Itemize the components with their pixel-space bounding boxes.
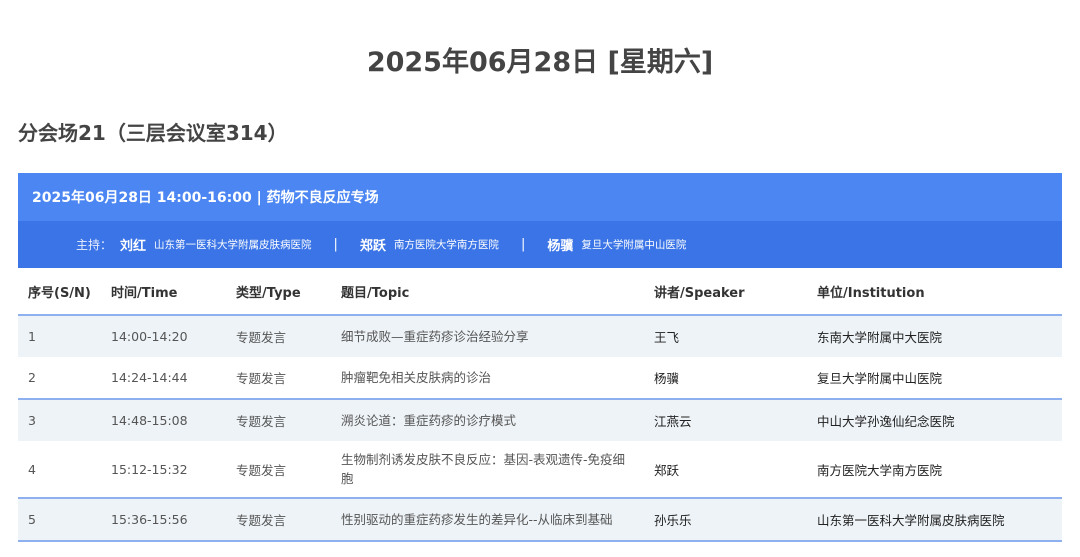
header-speaker: 讲者/Speaker	[644, 268, 807, 316]
chair-bar: 主持： 刘红 山东第一医科大学附属皮肤病医院 | 郑跃 南方医院大学南方医院 |…	[18, 221, 1062, 268]
cell-speaker: 郑跃	[644, 441, 807, 499]
schedule-table: 序号(S/N) 时间/Time 类型/Type 题目/Topic 讲者/Spea…	[18, 268, 1062, 542]
chair-name: 杨骥	[547, 239, 574, 254]
header-topic: 题目/Topic	[331, 268, 644, 316]
cell-type: 专题发言	[226, 441, 331, 499]
cell-sn: 5	[18, 498, 101, 542]
chair-institution: 南方医院大学南方医院	[393, 239, 499, 251]
chair-name: 郑跃	[359, 239, 386, 254]
chair-label: 主持：	[76, 238, 113, 252]
cell-type: 专题发言	[226, 315, 331, 357]
cell-institution: 山东第一医科大学附属皮肤病医院	[807, 498, 1062, 542]
session-title: 2025年06月28日 14:00-16:00 | 药物不良反应专场	[18, 173, 1062, 221]
cell-speaker: 杨骥	[644, 357, 807, 400]
cell-sn: 2	[18, 357, 101, 400]
cell-type: 专题发言	[226, 498, 331, 542]
cell-type: 专题发言	[226, 357, 331, 400]
header-institution: 单位/Institution	[807, 268, 1062, 316]
cell-sn: 1	[18, 315, 101, 357]
cell-time: 14:00-14:20	[101, 315, 226, 357]
cell-speaker: 王飞	[644, 315, 807, 357]
chair-separator: |	[333, 237, 338, 252]
cell-institution: 复旦大学附属中山医院	[807, 357, 1062, 400]
cell-institution: 南方医院大学南方医院	[807, 441, 1062, 499]
chair-institution: 山东第一医科大学附属皮肤病医院	[154, 239, 312, 251]
cell-type: 专题发言	[226, 399, 331, 441]
date-title: 2025年06月28日 [星期六]	[366, 47, 714, 78]
cell-time: 14:48-15:08	[101, 399, 226, 441]
cell-speaker: 孙乐乐	[644, 498, 807, 542]
cell-institution: 中山大学孙逸仙纪念医院	[807, 399, 1062, 441]
venue-title: 分会场21（三层会议室314）	[18, 121, 288, 145]
cell-time: 15:36-15:56	[101, 498, 226, 542]
table-row: 1 14:00-14:20 专题发言 细节成败—重症药疹诊治经验分享 王飞 东南…	[18, 315, 1062, 357]
cell-institution: 东南大学附属中大医院	[807, 315, 1062, 357]
cell-topic: 细节成败—重症药疹诊治经验分享	[331, 315, 644, 357]
table-header-row: 序号(S/N) 时间/Time 类型/Type 题目/Topic 讲者/Spea…	[18, 268, 1062, 316]
header-time: 时间/Time	[101, 268, 226, 316]
header-sn: 序号(S/N)	[18, 268, 101, 316]
cell-sn: 3	[18, 399, 101, 441]
table-row: 5 15:36-15:56 专题发言 性别驱动的重症药疹发生的差异化--从临床到…	[18, 498, 1062, 542]
session-card: 2025年06月28日 14:00-16:00 | 药物不良反应专场 主持： 刘…	[18, 173, 1062, 542]
header-type: 类型/Type	[226, 268, 331, 316]
cell-topic: 性别驱动的重症药疹发生的差异化--从临床到基础	[331, 498, 644, 542]
cell-topic: 肿瘤靶免相关皮肤病的诊治	[331, 357, 644, 400]
table-row: 3 14:48-15:08 专题发言 溯炎论道：重症药疹的诊疗模式 江燕云 中山…	[18, 399, 1062, 441]
cell-topic: 溯炎论道：重症药疹的诊疗模式	[331, 399, 644, 441]
chair-institution: 复旦大学附属中山医院	[581, 239, 687, 251]
table-row: 4 15:12-15:32 专题发言 生物制剂诱发皮肤不良反应：基因-表观遗传-…	[18, 441, 1062, 499]
chair-name: 刘红	[120, 239, 147, 254]
table-row: 2 14:24-14:44 专题发言 肿瘤靶免相关皮肤病的诊治 杨骥 复旦大学附…	[18, 357, 1062, 400]
chair-separator: |	[520, 237, 526, 252]
cell-topic: 生物制剂诱发皮肤不良反应：基因-表观遗传-免疫细胞	[331, 441, 644, 499]
cell-time: 15:12-15:32	[101, 441, 226, 499]
cell-sn: 4	[18, 441, 101, 499]
cell-speaker: 江燕云	[644, 399, 807, 441]
cell-time: 14:24-14:44	[101, 357, 226, 400]
